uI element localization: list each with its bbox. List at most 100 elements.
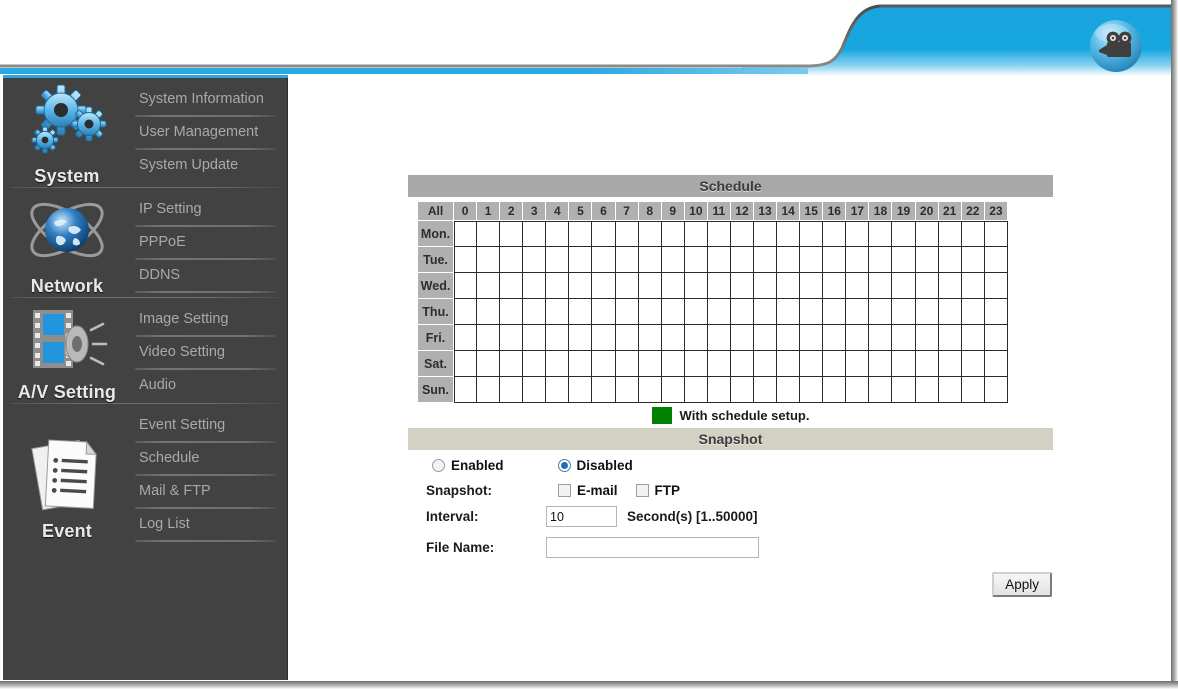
- schedule-cell[interactable]: [523, 377, 547, 403]
- schedule-cell[interactable]: [454, 351, 478, 377]
- schedule-hour-header-10[interactable]: 10: [684, 201, 708, 221]
- schedule-cell[interactable]: [569, 325, 593, 351]
- schedule-day-header-sat[interactable]: Sat.: [417, 351, 454, 377]
- sidebar-item-pppoe[interactable]: PPPoE: [131, 227, 278, 258]
- schedule-cell[interactable]: [661, 221, 685, 247]
- schedule-cell[interactable]: [638, 221, 662, 247]
- schedule-cell[interactable]: [823, 325, 847, 351]
- schedule-cell[interactable]: [638, 273, 662, 299]
- schedule-cell[interactable]: [869, 273, 893, 299]
- schedule-cell[interactable]: [684, 377, 708, 403]
- schedule-cell[interactable]: [984, 299, 1008, 325]
- schedule-hour-header-19[interactable]: 19: [892, 201, 916, 221]
- schedule-cell[interactable]: [800, 325, 824, 351]
- schedule-cell[interactable]: [754, 351, 778, 377]
- schedule-cell[interactable]: [730, 247, 755, 273]
- schedule-cell[interactable]: [846, 273, 870, 299]
- schedule-cell[interactable]: [592, 273, 616, 299]
- schedule-cell[interactable]: [730, 325, 755, 351]
- schedule-hour-header-2[interactable]: 2: [500, 201, 524, 221]
- schedule-cell[interactable]: [961, 351, 985, 377]
- schedule-hour-header-8[interactable]: 8: [638, 201, 662, 221]
- schedule-cell[interactable]: [754, 325, 778, 351]
- schedule-cell[interactable]: [638, 325, 662, 351]
- schedule-cell[interactable]: [707, 299, 731, 325]
- schedule-cell[interactable]: [869, 247, 893, 273]
- schedule-cell[interactable]: [477, 299, 501, 325]
- schedule-cell[interactable]: [684, 273, 708, 299]
- schedule-cell[interactable]: [707, 325, 731, 351]
- schedule-cell[interactable]: [869, 221, 893, 247]
- schedule-cell[interactable]: [823, 351, 847, 377]
- schedule-cell[interactable]: [454, 247, 478, 273]
- schedule-hour-header-11[interactable]: 11: [707, 201, 731, 221]
- schedule-cell[interactable]: [546, 325, 570, 351]
- schedule-cell[interactable]: [800, 273, 824, 299]
- snapshot-enabled-option[interactable]: Enabled: [432, 458, 504, 473]
- apply-button[interactable]: Apply: [992, 572, 1052, 597]
- schedule-cell[interactable]: [823, 221, 847, 247]
- schedule-cell[interactable]: [892, 299, 916, 325]
- schedule-all-header[interactable]: All: [417, 201, 454, 221]
- schedule-cell[interactable]: [523, 221, 547, 247]
- schedule-cell[interactable]: [915, 247, 939, 273]
- sidebar-item-user-management[interactable]: User Management: [131, 117, 278, 148]
- schedule-cell[interactable]: [454, 325, 478, 351]
- schedule-cell[interactable]: [638, 377, 662, 403]
- schedule-cell[interactable]: [823, 299, 847, 325]
- schedule-cell[interactable]: [523, 273, 547, 299]
- schedule-cell[interactable]: [638, 247, 662, 273]
- snapshot-enabled-radio[interactable]: [432, 459, 445, 472]
- schedule-cell[interactable]: [730, 273, 755, 299]
- snapshot-email-option[interactable]: E-mail: [558, 483, 618, 498]
- schedule-cell[interactable]: [846, 247, 870, 273]
- schedule-cell[interactable]: [777, 273, 801, 299]
- schedule-cell[interactable]: [961, 299, 985, 325]
- schedule-cell[interactable]: [638, 299, 662, 325]
- schedule-cell[interactable]: [477, 221, 501, 247]
- schedule-cell[interactable]: [477, 273, 501, 299]
- schedule-hour-header-15[interactable]: 15: [800, 201, 824, 221]
- schedule-cell[interactable]: [984, 325, 1008, 351]
- schedule-cell[interactable]: [961, 221, 985, 247]
- schedule-cell[interactable]: [777, 351, 801, 377]
- schedule-cell[interactable]: [500, 221, 524, 247]
- schedule-cell[interactable]: [523, 299, 547, 325]
- schedule-cell[interactable]: [592, 299, 616, 325]
- schedule-day-header-fri[interactable]: Fri.: [417, 325, 454, 351]
- schedule-cell[interactable]: [454, 299, 478, 325]
- schedule-cell[interactable]: [915, 377, 939, 403]
- schedule-hour-header-21[interactable]: 21: [938, 201, 962, 221]
- schedule-hour-header-13[interactable]: 13: [754, 201, 778, 221]
- schedule-cell[interactable]: [777, 299, 801, 325]
- sidebar-item-log-list[interactable]: Log List: [131, 509, 278, 540]
- schedule-cell[interactable]: [592, 377, 616, 403]
- schedule-cell[interactable]: [730, 351, 755, 377]
- schedule-cell[interactable]: [615, 221, 639, 247]
- schedule-cell[interactable]: [892, 351, 916, 377]
- schedule-cell[interactable]: [754, 247, 778, 273]
- schedule-hour-header-9[interactable]: 9: [661, 201, 685, 221]
- schedule-cell[interactable]: [892, 377, 916, 403]
- schedule-cell[interactable]: [938, 351, 962, 377]
- schedule-cell[interactable]: [846, 351, 870, 377]
- schedule-cell[interactable]: [684, 325, 708, 351]
- schedule-cell[interactable]: [707, 351, 731, 377]
- schedule-cell[interactable]: [915, 325, 939, 351]
- schedule-cell[interactable]: [892, 273, 916, 299]
- sidebar-item-system-information[interactable]: System Information: [131, 84, 278, 115]
- schedule-day-header-sun[interactable]: Sun.: [417, 377, 454, 403]
- schedule-cell[interactable]: [523, 325, 547, 351]
- schedule-cell[interactable]: [546, 377, 570, 403]
- schedule-hour-header-7[interactable]: 7: [615, 201, 639, 221]
- file-name-input[interactable]: [546, 537, 759, 558]
- sidebar-item-audio[interactable]: Audio: [131, 370, 278, 401]
- schedule-hour-header-23[interactable]: 23: [984, 201, 1008, 221]
- schedule-hour-header-3[interactable]: 3: [523, 201, 547, 221]
- schedule-cell[interactable]: [569, 351, 593, 377]
- schedule-cell[interactable]: [915, 299, 939, 325]
- schedule-cell[interactable]: [477, 247, 501, 273]
- schedule-cell[interactable]: [938, 247, 962, 273]
- sidebar-item-event-setting[interactable]: Event Setting: [131, 410, 278, 441]
- schedule-cell[interactable]: [684, 247, 708, 273]
